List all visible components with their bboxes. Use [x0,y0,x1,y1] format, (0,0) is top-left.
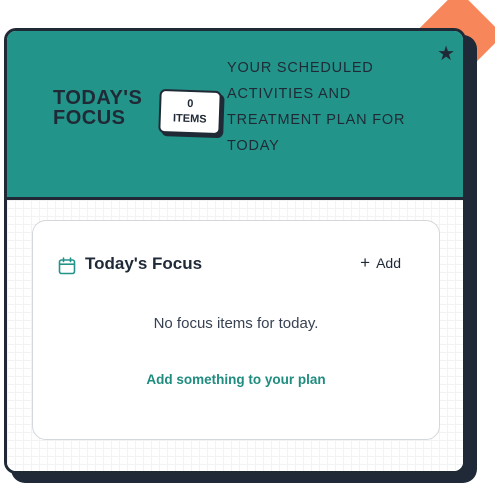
panel-title: Today's Focus [85,254,203,273]
header-subtitle: YOUR SCHEDULED ACTIVITIES AND TREATMENT … [227,60,406,154]
add-button-label: Add [376,254,401,271]
star-icon[interactable]: ★ [437,41,455,65]
title-line-2: FOCUS [53,107,126,129]
plus-icon: + [360,253,371,272]
badge-count: 0 [187,97,194,111]
empty-state-message: No focus items for today. [153,315,319,332]
add-button[interactable]: + Add [356,252,405,273]
calendar-icon [58,257,76,275]
items-count-badge: 0 ITEMS [158,88,222,136]
focus-card: ★ TODAY'S FOCUS 0 ITEMS YOUR SCHEDULED A… [4,28,466,474]
page-title: TODAY'S FOCUS [53,88,142,128]
add-to-plan-link[interactable]: Add something to your plan [33,372,439,387]
card-header: ★ TODAY'S FOCUS 0 ITEMS YOUR SCHEDULED A… [7,31,463,200]
badge-unit: ITEMS [172,112,207,126]
focus-panel: Today's Focus + Add No focus items for t… [32,220,440,440]
title-line-1: TODAY'S [53,87,143,109]
